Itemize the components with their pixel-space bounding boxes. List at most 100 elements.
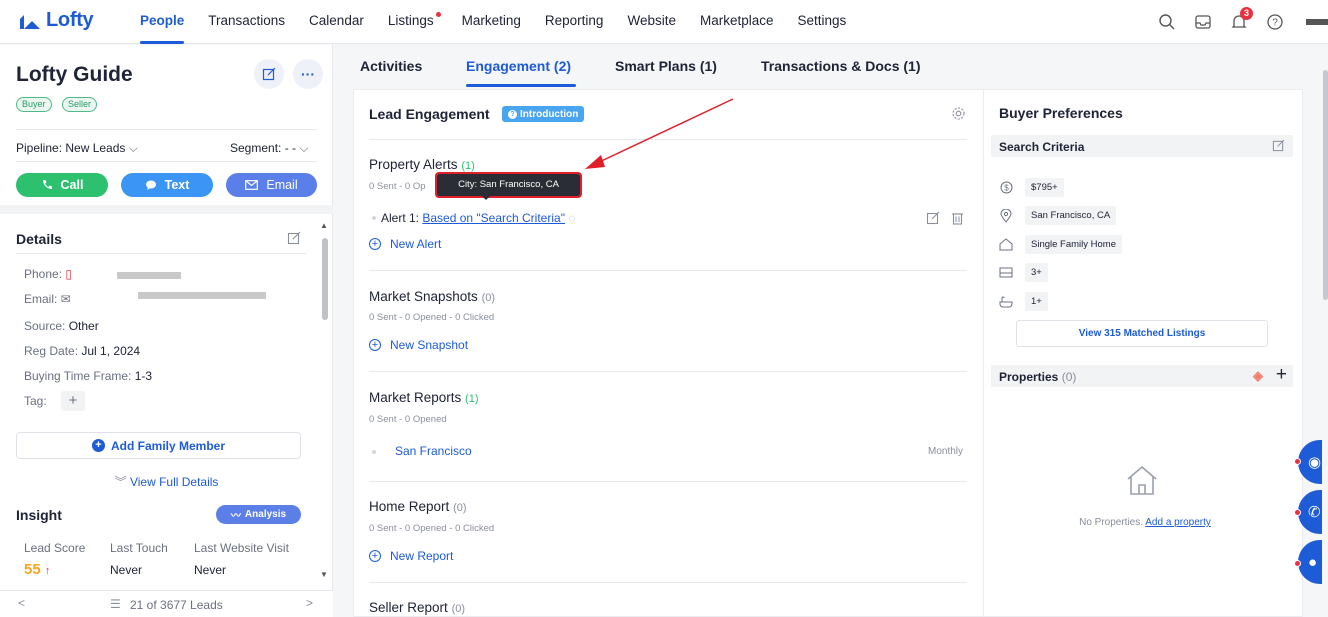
top-nav-bar: Lofty People Transactions Calendar Listi… [0,0,1328,44]
search-icon[interactable] [1156,11,1178,33]
email-button[interactable]: Email [226,173,317,197]
source-row: Source: Other [24,319,99,333]
email-label-static: Email: [24,292,58,306]
divider [369,270,967,271]
new-snapshot-label: New Snapshot [390,338,469,352]
user-avatar[interactable] [1306,19,1328,25]
delete-alert-icon[interactable] [951,211,964,230]
last-visit-label: Last Website Visit [194,541,289,555]
pipeline-select[interactable]: Pipeline: New Leads ⌵ [16,141,138,156]
divider [16,129,317,130]
next-lead-button[interactable]: > [306,596,313,610]
tag-seller: Seller [62,97,98,112]
new-report-label: New Report [390,549,454,563]
market-snapshots-count: (0) [481,292,496,304]
view-full-details-link[interactable]: ︾ View Full Details [0,473,333,490]
add-tag-button[interactable]: + [61,391,85,411]
location-pin-icon [999,208,1013,223]
left-scrollbar-thumb[interactable] [322,238,328,320]
segment-select[interactable]: Segment: - - ⌵ [230,141,308,156]
nav-marketplace[interactable]: Marketplace [688,0,786,44]
market-report-item[interactable]: San Francisco [395,444,472,458]
price-value: $795+ [1025,178,1064,197]
new-snapshot-button[interactable]: + New Snapshot [369,338,468,352]
add-family-member-button[interactable]: + Add Family Member [16,432,301,459]
alert-criteria-link[interactable]: Based on "Search Criteria" [422,211,565,225]
nav-website[interactable]: Website [615,0,688,44]
lead-pager: < ☰ 21 of 3677 Leads > [0,590,333,617]
insight-heading: Insight [16,507,62,523]
scroll-up-arrow[interactable]: ▲ [320,221,328,230]
nav-listings-label: Listings [387,13,434,28]
property-alerts-title: Property Alerts (1) [369,157,475,172]
edit-criteria-icon[interactable] [1272,139,1285,155]
pager-text[interactable]: 21 of 3677 Leads [130,598,223,612]
home-icon [999,238,1013,252]
city-value: San Francisco, CA [1025,206,1117,225]
buying-time-row: Buying Time Frame: 1-3 [24,369,152,383]
scroll-down-arrow[interactable]: ▼ [320,570,328,579]
chevron-down-icon: ⌵ [128,141,138,155]
more-button[interactable]: ··· [293,59,323,89]
lofty-logo[interactable]: Lofty [18,9,94,32]
new-alert-label: New Alert [390,237,442,251]
tab-smart-plans[interactable]: Smart Plans (1) [615,58,717,74]
buying-time-label: Buying Time Frame: [24,369,132,383]
last-visit-value: Never [194,563,227,577]
alert-prefix: Alert 1: [381,211,420,225]
edit-lead-button[interactable] [254,59,284,89]
introduction-label: Introduction [520,108,579,120]
city-tooltip: City: San Francisco, CA [435,172,582,198]
market-snapshots-label: Market Snapshots [369,289,478,304]
nav-people[interactable]: People [128,0,196,44]
info-icon: ? [508,109,517,119]
view-matched-listings-button[interactable]: View 315 Matched Listings [1016,320,1268,347]
lead-name: Lofty Guide [16,63,133,86]
dollar-icon: $ [999,181,1013,195]
add-property-link[interactable]: Add a property [1145,517,1211,528]
nav-marketing[interactable]: Marketing [450,0,533,44]
diamond-icon[interactable]: ◈ [1253,368,1263,384]
last-touch-value: Never [110,563,143,577]
edit-details-icon[interactable] [287,231,301,250]
new-report-button[interactable]: + New Report [369,549,453,563]
edit-alert-icon[interactable] [926,211,940,230]
beds-pref: 3+ [999,263,1048,282]
nav-calendar[interactable]: Calendar [297,0,376,44]
prev-lead-button[interactable]: < [18,596,25,610]
nav-settings[interactable]: Settings [786,0,859,44]
email-row: Email: ✉ [24,292,71,306]
introduction-button[interactable]: ? Introduction [502,106,585,122]
help-icon[interactable]: ? [1264,11,1286,33]
section-separator [0,205,333,214]
mail-icon [245,180,259,190]
analysis-button[interactable]: 〰 Analysis [216,505,301,524]
page-scrollbar-thumb[interactable] [1323,70,1328,300]
search-criteria-label: Search Criteria [999,140,1085,154]
nav-listings[interactable]: Listings [376,0,450,44]
call-button[interactable]: Call [16,173,108,197]
tag-buyer: Buyer [16,97,52,112]
tab-engagement[interactable]: Engagement (2) [466,58,571,74]
reg-date-row: Reg Date: Jul 1, 2024 [24,344,140,358]
top-icons: 3 ? [1156,0,1328,44]
nav-transactions[interactable]: Transactions [196,0,297,44]
home-report-count: (0) [453,502,467,514]
settings-gear-icon[interactable] [951,106,966,126]
inbox-icon[interactable] [1192,11,1214,33]
new-alert-button[interactable]: + New Alert [369,237,441,251]
email-label: Email [266,178,298,192]
tab-activities[interactable]: Activities [360,58,422,74]
phone-icon [42,180,52,189]
notification-dot [1294,458,1301,465]
tab-transactions-docs[interactable]: Transactions & Docs (1) [761,58,921,74]
nav-reporting[interactable]: Reporting [533,0,616,44]
text-button[interactable]: Text [121,173,213,197]
type-value: Single Family Home [1025,235,1122,254]
last-touch-label: Last Touch [110,541,168,555]
add-property-plus-button[interactable]: + [1276,364,1287,386]
loading-spinner-icon: ◌ [568,211,576,225]
bell-icon[interactable]: 3 [1228,7,1253,33]
baths-value: 1+ [1025,292,1048,311]
double-chevron-down-icon: ︾ [114,475,127,489]
